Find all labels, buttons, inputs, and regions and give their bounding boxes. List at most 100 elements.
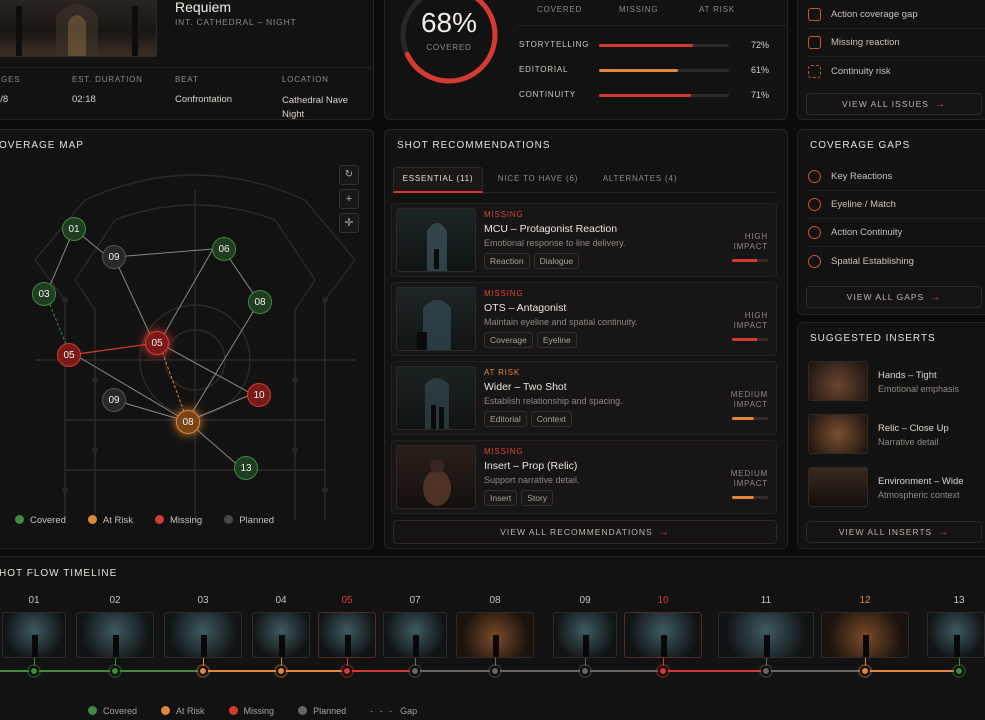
timeline-shot-frame[interactable] bbox=[383, 612, 447, 658]
map-node[interactable]: 08 bbox=[248, 290, 272, 314]
map-node[interactable]: 01 bbox=[62, 217, 86, 241]
timeline-shot-frame[interactable] bbox=[164, 612, 242, 658]
gap-item[interactable]: Key Reactions bbox=[808, 163, 985, 191]
node-label: 05 bbox=[151, 337, 163, 349]
timeline-node[interactable] bbox=[342, 666, 352, 676]
score-row-value: 71% bbox=[750, 90, 769, 100]
arrow-right-icon: → bbox=[930, 291, 942, 303]
impact-label: IMPACT bbox=[733, 242, 768, 251]
timeline-shot-frame[interactable] bbox=[252, 612, 310, 658]
timeline-shot-frame[interactable] bbox=[76, 612, 154, 658]
view-all-issues-button[interactable]: VIEW ALL ISSUES → bbox=[806, 93, 982, 115]
timeline-shot-frame[interactable] bbox=[927, 612, 985, 658]
meta-duration: EST. DURATION 02:18 bbox=[72, 75, 162, 105]
impact-bar bbox=[732, 259, 768, 262]
tag-chip[interactable]: Editorial bbox=[484, 411, 527, 427]
timeline-shot-frame[interactable] bbox=[821, 612, 909, 658]
recommendation-card[interactable]: MISSING Insert – Prop (Relic) Support na… bbox=[391, 440, 777, 514]
map-node[interactable]: 05 bbox=[145, 331, 169, 355]
timeline-node[interactable] bbox=[954, 666, 964, 676]
tag-chip[interactable]: Dialogue bbox=[533, 253, 580, 269]
gap-item[interactable]: Action Continuity bbox=[808, 219, 985, 247]
tag-chip[interactable]: Context bbox=[530, 411, 573, 427]
timeline-node[interactable] bbox=[761, 666, 771, 676]
map-node[interactable]: 09 bbox=[102, 388, 126, 412]
timeline-segment bbox=[34, 670, 115, 672]
map-node[interactable]: 13 bbox=[234, 456, 258, 480]
timeline-node[interactable] bbox=[658, 666, 668, 676]
node-label: 13 bbox=[240, 462, 252, 474]
timeline-node[interactable] bbox=[580, 666, 590, 676]
map-node[interactable]: 03 bbox=[32, 282, 56, 306]
issue-item[interactable]: Continuity risk bbox=[808, 57, 985, 85]
map-zoom-in-button[interactable]: + bbox=[339, 189, 359, 209]
tag-chip[interactable]: Story bbox=[521, 490, 554, 506]
score-bar-fill bbox=[599, 94, 692, 97]
map-node[interactable]: 06 bbox=[212, 237, 236, 261]
issues-panel: Action coverage gap Missing reaction Con… bbox=[797, 0, 985, 120]
timeline-node[interactable] bbox=[110, 666, 120, 676]
timeline-node[interactable] bbox=[860, 666, 870, 676]
impact-bar bbox=[732, 417, 768, 420]
node-label: 05 bbox=[63, 349, 75, 361]
map-reset-button[interactable]: ↻ bbox=[339, 165, 359, 185]
gap-label: Spatial Establishing bbox=[831, 255, 914, 267]
gap-item[interactable]: Eyeline / Match bbox=[808, 191, 985, 219]
timeline-shot-frame[interactable] bbox=[456, 612, 534, 658]
recommendation-tabs: ESSENTIAL (11) NICE TO HAVE (6) ALTERNAT… bbox=[393, 167, 777, 193]
timeline-shot-frame[interactable] bbox=[553, 612, 617, 658]
card-status: AT RISK bbox=[484, 368, 520, 377]
recommendation-card[interactable]: MISSING OTS – Antagonist Maintain eyelin… bbox=[391, 282, 777, 356]
view-all-recommendations-button[interactable]: VIEW ALL RECOMMENDATIONS → bbox=[393, 520, 777, 544]
timeline-tick bbox=[585, 658, 586, 666]
timeline-shot-frame[interactable] bbox=[718, 612, 814, 658]
timeline-node[interactable] bbox=[198, 666, 208, 676]
coverage-percent: 68% bbox=[420, 7, 478, 38]
issue-item[interactable]: Missing reaction bbox=[808, 29, 985, 57]
node-label: 03 bbox=[38, 288, 50, 300]
timeline-shot-frame[interactable] bbox=[318, 612, 376, 658]
gap-item[interactable]: Spatial Establishing bbox=[808, 247, 985, 275]
timeline-shot-frame[interactable] bbox=[2, 612, 66, 658]
meta-label: LOCATION bbox=[282, 75, 329, 84]
map-node[interactable]: 10 bbox=[247, 383, 271, 407]
map-pan-button[interactable]: ✛ bbox=[339, 213, 359, 233]
map-legend: Covered At Risk Missing Planned bbox=[15, 515, 274, 526]
tab-nice-to-have[interactable]: NICE TO HAVE (6) bbox=[493, 167, 583, 193]
timeline-shot-frame[interactable] bbox=[624, 612, 702, 658]
tab-alternates[interactable]: ALTERNATES (4) bbox=[595, 167, 685, 193]
insert-item[interactable]: Environment – Wide Atmospheric context bbox=[808, 467, 985, 511]
map-node[interactable]: 09 bbox=[102, 245, 126, 269]
timeline-node[interactable] bbox=[276, 666, 286, 676]
timeline-shot-number: 02 bbox=[109, 595, 121, 606]
recommendation-card[interactable]: AT RISK Wider – Two Shot Establish relat… bbox=[391, 361, 777, 435]
timeline-node[interactable] bbox=[410, 666, 420, 676]
suggested-inserts-panel: SUGGESTED INSERTS Hands – Tight Emotiona… bbox=[797, 322, 985, 549]
view-all-gaps-button[interactable]: VIEW ALL GAPS → bbox=[806, 286, 982, 308]
tag-chip[interactable]: Eyeline bbox=[536, 332, 577, 348]
timeline-node[interactable] bbox=[29, 666, 39, 676]
recommendation-card[interactable]: MISSING MCU – Protagonist Reaction Emoti… bbox=[391, 203, 777, 277]
map-node[interactable]: 08 bbox=[176, 410, 200, 434]
timeline-node[interactable] bbox=[490, 666, 500, 676]
insert-item[interactable]: Hands – Tight Emotional emphasis bbox=[808, 361, 985, 405]
tag-chip[interactable]: Insert bbox=[484, 490, 518, 506]
warning-icon bbox=[808, 36, 821, 49]
rotate-icon: ↻ bbox=[344, 169, 354, 180]
view-all-inserts-button[interactable]: VIEW ALL INSERTS → bbox=[806, 521, 982, 543]
view-all-issues-label: VIEW ALL ISSUES bbox=[842, 99, 929, 109]
tag-chip[interactable]: Reaction bbox=[484, 253, 530, 269]
timeline-title: HOT FLOW TIMELINE bbox=[0, 568, 118, 579]
card-desc: Establish relationship and spacing. bbox=[484, 396, 623, 406]
tag-chip[interactable]: Coverage bbox=[484, 332, 533, 348]
scene-title: Requiem bbox=[175, 0, 232, 15]
map-node[interactable]: 05 bbox=[57, 343, 81, 367]
impact-level: MEDIUM bbox=[730, 469, 768, 478]
score-row-label: EDITORIAL bbox=[519, 65, 569, 74]
card-desc: Support narrative detail. bbox=[484, 475, 580, 485]
issue-item[interactable]: Action coverage gap bbox=[808, 1, 985, 29]
insert-item[interactable]: Relic – Close Up Narrative detail bbox=[808, 414, 985, 458]
tab-essential[interactable]: ESSENTIAL (11) bbox=[393, 167, 483, 193]
coverage-score-panel: 68% COVERED COVERED MISSING AT RISK STOR… bbox=[384, 0, 788, 120]
card-title: MCU – Protagonist Reaction bbox=[484, 223, 618, 235]
